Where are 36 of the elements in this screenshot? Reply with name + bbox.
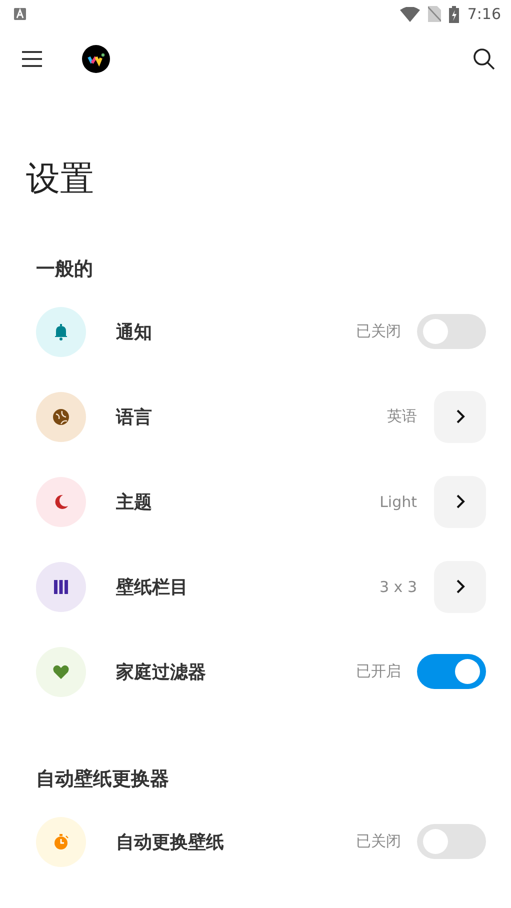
setting-label: 壁纸栏目	[116, 576, 189, 598]
page-title: 设置	[26, 158, 95, 201]
setting-value: 已关闭	[356, 832, 401, 851]
menu-icon[interactable]	[22, 51, 42, 67]
setting-value: 已关闭	[356, 322, 401, 341]
setting-label: 自动更换壁纸	[116, 830, 225, 854]
section-header: 一般的	[36, 257, 94, 282]
toggle-switch[interactable]	[417, 654, 486, 689]
setting-label: 通知	[116, 320, 153, 344]
chevron-button[interactable]	[434, 476, 486, 528]
globe-icon	[52, 408, 70, 426]
toggle-switch[interactable]	[417, 824, 486, 859]
bell-icon	[52, 322, 70, 340]
status-time: 7:16	[467, 5, 501, 23]
setting-label: 家庭过滤器	[116, 660, 207, 684]
setting-value: 英语	[387, 407, 417, 426]
wifi-icon	[400, 6, 420, 22]
chevron-button[interactable]	[434, 560, 486, 612]
search-icon[interactable]	[473, 48, 495, 70]
setting-value: 3 x 3	[380, 578, 417, 596]
battery-icon	[449, 6, 460, 22]
chevron-right-icon	[456, 579, 464, 594]
setting-value: 已开启	[356, 662, 401, 681]
no-sim-icon	[428, 6, 442, 22]
section-header: 自动壁纸更换器	[36, 767, 170, 792]
setting-label: 主题	[116, 490, 153, 514]
toggle-switch[interactable]	[417, 314, 486, 349]
setting-value: Light	[380, 492, 417, 510]
app-logo-icon	[82, 45, 110, 73]
chevron-button[interactable]	[434, 390, 486, 442]
setting-label: 语言	[116, 406, 153, 428]
keyboard-icon	[14, 8, 26, 20]
heart-icon	[52, 662, 70, 680]
chevron-right-icon	[456, 409, 464, 424]
chevron-right-icon	[456, 494, 464, 509]
timer-icon	[52, 832, 70, 850]
